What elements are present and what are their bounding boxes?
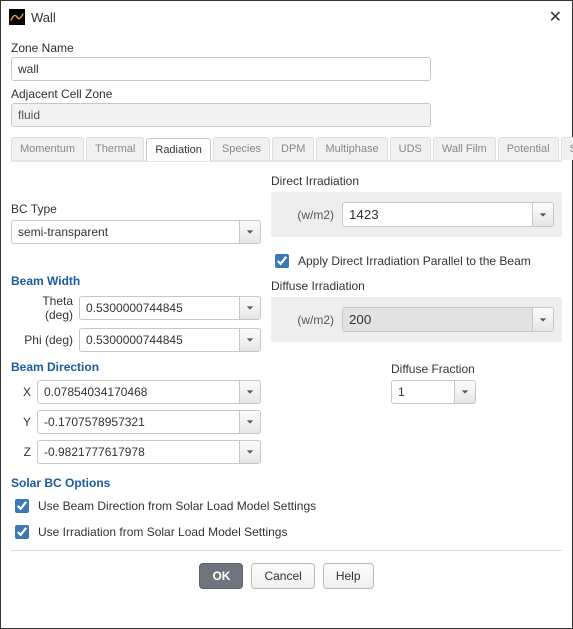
help-button[interactable]: Help bbox=[323, 563, 374, 589]
bc-type-label: BC Type bbox=[11, 202, 261, 216]
solar-opt1-checkbox[interactable] bbox=[15, 499, 29, 513]
solar-bc-title: Solar BC Options bbox=[11, 476, 562, 490]
tab-potential[interactable]: Potential bbox=[498, 137, 559, 160]
tabs: Momentum Thermal Radiation Species DPM M… bbox=[11, 137, 562, 162]
direct-irradiation-panel: (w/m2) bbox=[271, 192, 562, 237]
diffuse-fraction-title: Diffuse Fraction bbox=[391, 362, 475, 376]
phi-input[interactable]: 0.5300000744845 bbox=[79, 328, 239, 352]
y-label: Y bbox=[11, 415, 31, 429]
beam-width-title: Beam Width bbox=[11, 274, 261, 288]
titlebar: Wall ✕ bbox=[1, 1, 572, 31]
divider bbox=[11, 550, 562, 551]
direct-irradiation-title: Direct Irradiation bbox=[271, 174, 562, 188]
button-bar: OK Cancel Help bbox=[11, 563, 562, 599]
chevron-down-icon[interactable] bbox=[239, 220, 261, 244]
app-icon bbox=[9, 9, 25, 25]
beam-direction-title: Beam Direction bbox=[11, 360, 261, 374]
direct-irradiation-input[interactable] bbox=[342, 202, 532, 227]
z-input[interactable]: -0.9821777617978 bbox=[37, 440, 239, 464]
adjacent-zone-input bbox=[11, 103, 431, 127]
zone-name-label: Zone Name bbox=[11, 41, 562, 55]
diffuse-fraction-input[interactable]: 1 bbox=[391, 380, 454, 404]
tab-multiphase[interactable]: Multiphase bbox=[316, 137, 387, 160]
apply-beam-label: Apply Direct Irradiation Parallel to the… bbox=[298, 254, 531, 268]
chevron-down-icon[interactable] bbox=[239, 440, 261, 464]
tab-species[interactable]: Species bbox=[213, 137, 270, 160]
window-title: Wall bbox=[31, 10, 56, 25]
x-input[interactable]: 0.07854034170468 bbox=[37, 380, 239, 404]
solar-opt2-checkbox[interactable] bbox=[15, 525, 29, 539]
ok-button[interactable]: OK bbox=[199, 563, 243, 589]
phi-label: Phi (deg) bbox=[11, 333, 73, 347]
chevron-down-icon[interactable] bbox=[532, 307, 554, 332]
tab-dpm[interactable]: DPM bbox=[272, 137, 314, 160]
tab-uds[interactable]: UDS bbox=[390, 137, 431, 160]
z-label: Z bbox=[11, 445, 31, 459]
direct-units-label: (w/m2) bbox=[279, 208, 334, 222]
chevron-down-icon[interactable] bbox=[239, 380, 261, 404]
apply-beam-checkbox[interactable] bbox=[275, 254, 289, 268]
chevron-down-icon[interactable] bbox=[239, 328, 261, 352]
tab-structure[interactable]: Structure bbox=[561, 137, 573, 160]
chevron-down-icon[interactable] bbox=[239, 410, 261, 434]
chevron-down-icon[interactable] bbox=[454, 380, 476, 404]
chevron-down-icon[interactable] bbox=[239, 296, 261, 320]
diffuse-irradiation-title: Diffuse Irradiation bbox=[271, 279, 562, 293]
diffuse-units-label: (w/m2) bbox=[279, 313, 334, 327]
adjacent-zone-label: Adjacent Cell Zone bbox=[11, 87, 562, 101]
y-input[interactable]: -0.1707578957321 bbox=[37, 410, 239, 434]
diffuse-irradiation-panel: (w/m2) bbox=[271, 297, 562, 342]
solar-opt1-label: Use Beam Direction from Solar Load Model… bbox=[38, 499, 316, 513]
cancel-button[interactable]: Cancel bbox=[251, 563, 314, 589]
theta-input[interactable]: 0.5300000744845 bbox=[79, 296, 239, 320]
chevron-down-icon[interactable] bbox=[532, 202, 554, 227]
diffuse-irradiation-input bbox=[342, 307, 532, 332]
close-icon[interactable]: ✕ bbox=[549, 7, 562, 27]
tab-wall-film[interactable]: Wall Film bbox=[433, 137, 496, 160]
tab-thermal[interactable]: Thermal bbox=[86, 137, 144, 160]
tab-momentum[interactable]: Momentum bbox=[11, 137, 84, 160]
zone-name-input[interactable] bbox=[11, 57, 431, 81]
x-label: X bbox=[11, 385, 31, 399]
tab-radiation[interactable]: Radiation bbox=[146, 138, 210, 161]
theta-label: Theta (deg) bbox=[11, 294, 73, 322]
bc-type-select[interactable]: semi-transparent bbox=[11, 220, 239, 244]
solar-opt2-label: Use Irradiation from Solar Load Model Se… bbox=[38, 525, 287, 539]
